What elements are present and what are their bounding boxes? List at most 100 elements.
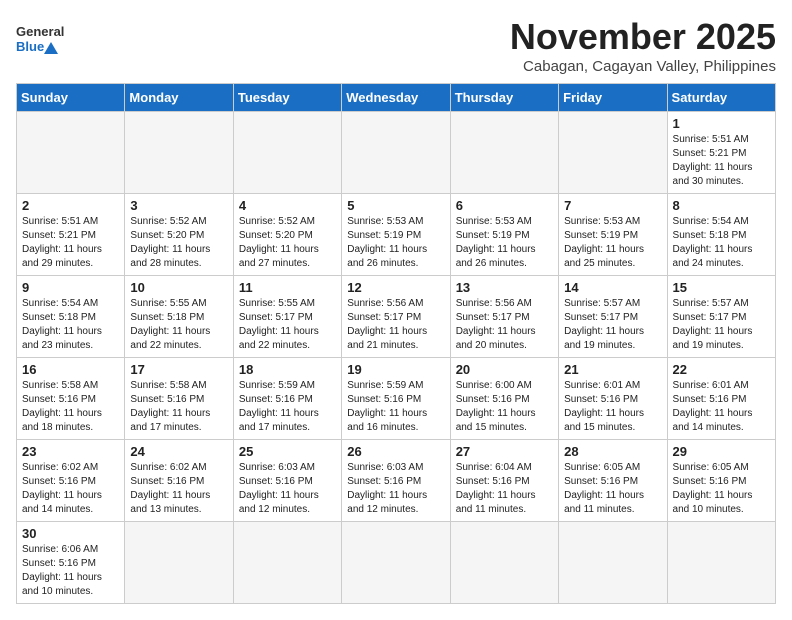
day-info: Sunrise: 5:58 AMSunset: 5:16 PMDaylight:… [130,379,227,435]
svg-text:General: General [16,24,64,39]
weekday-wednesday: Wednesday [342,84,450,112]
calendar-cell: 15Sunrise: 5:57 AMSunset: 5:17 PMDayligh… [667,276,775,358]
day-number: 6 [456,198,553,213]
day-info: Sunrise: 6:00 AMSunset: 5:16 PMDaylight:… [456,379,553,435]
day-number: 9 [22,280,119,295]
calendar-cell [667,522,775,604]
day-info: Sunrise: 5:55 AMSunset: 5:18 PMDaylight:… [130,297,227,353]
calendar-cell: 19 Sunrise: 5:59 AMSunset: 5:16 PMDayligh… [342,358,450,440]
calendar-cell: 13Sunrise: 5:56 AMSunset: 5:17 PMDayligh… [450,276,558,358]
day-number: 5 [347,198,444,213]
day-number: 10 [130,280,227,295]
calendar-cell: 3 Sunrise: 5:52 AMSunset: 5:20 PMDaylight… [125,194,233,276]
calendar-cell: 28Sunrise: 6:05 AMSunset: 5:16 PMDayligh… [559,440,667,522]
day-number: 2 [22,198,119,213]
day-info: Sunrise: 5:58 AMSunset: 5:16 PMDaylight:… [22,379,119,435]
weekday-thursday: Thursday [450,84,558,112]
calendar-cell: 30Sunrise: 6:06 AMSunset: 5:16 PMDayligh… [17,522,125,604]
day-number: 1 [673,116,770,131]
calendar-table: SundayMondayTuesdayWednesdayThursdayFrid… [16,83,776,604]
day-info: Sunrise: 5:57 AMSunset: 5:17 PMDaylight:… [564,297,661,353]
calendar-cell: 12 Sunrise: 5:56 AMSunset: 5:17 PMDayligh… [342,276,450,358]
logo-icon: General Blue [16,16,66,62]
calendar-week-4: 23Sunrise: 6:02 AMSunset: 5:16 PMDayligh… [17,440,776,522]
day-number: 18 [239,362,336,377]
weekday-header-row: SundayMondayTuesdayWednesdayThursdayFrid… [17,84,776,112]
day-info: Sunrise: 5:51 AMSunset: 5:21 PMDaylight:… [673,133,770,189]
calendar-cell [17,112,125,194]
calendar-cell: 23Sunrise: 6:02 AMSunset: 5:16 PMDayligh… [17,440,125,522]
calendar-cell [233,522,341,604]
weekday-tuesday: Tuesday [233,84,341,112]
day-number: 25 [239,444,336,459]
calendar-cell: 26Sunrise: 6:03 AMSunset: 5:16 PMDayligh… [342,440,450,522]
day-number: 16 [22,362,119,377]
calendar-cell: 9Sunrise: 5:54 AMSunset: 5:18 PMDaylight… [17,276,125,358]
day-info: Sunrise: 5:54 AMSunset: 5:18 PMDaylight:… [673,215,770,271]
day-number: 4 [239,198,336,213]
day-number: 30 [22,526,119,541]
calendar-week-0: 1 Sunrise: 5:51 AMSunset: 5:21 PMDaylight… [17,112,776,194]
calendar-cell: 1 Sunrise: 5:51 AMSunset: 5:21 PMDaylight… [667,112,775,194]
day-info: Sunrise: 6:05 AMSunset: 5:16 PMDaylight:… [673,461,770,517]
day-info: Sunrise: 5:52 AMSunset: 5:20 PMDaylight:… [239,215,336,271]
day-number: 7 [564,198,661,213]
calendar-cell [450,112,558,194]
day-number: 24 [130,444,227,459]
calendar-cell [559,522,667,604]
day-info: Sunrise: 6:03 AMSunset: 5:16 PMDaylight:… [239,461,336,517]
calendar-cell: 21 Sunrise: 6:01 AMSunset: 5:16 PMDayligh… [559,358,667,440]
day-number: 17 [130,362,227,377]
calendar-cell: 29 Sunrise: 6:05 AMSunset: 5:16 PMDayligh… [667,440,775,522]
weekday-sunday: Sunday [17,84,125,112]
day-number: 8 [673,198,770,213]
day-number: 11 [239,280,336,295]
calendar-body: 1 Sunrise: 5:51 AMSunset: 5:21 PMDaylight… [17,112,776,604]
calendar-cell: 8 Sunrise: 5:54 AMSunset: 5:18 PMDaylight… [667,194,775,276]
day-info: Sunrise: 5:56 AMSunset: 5:17 PMDaylight:… [456,297,553,353]
calendar-cell: 14Sunrise: 5:57 AMSunset: 5:17 PMDayligh… [559,276,667,358]
weekday-monday: Monday [125,84,233,112]
day-info: Sunrise: 5:53 AMSunset: 5:19 PMDaylight:… [347,215,444,271]
day-number: 22 [673,362,770,377]
day-info: Sunrise: 6:03 AMSunset: 5:16 PMDaylight:… [347,461,444,517]
calendar-cell [233,112,341,194]
day-info: Sunrise: 5:51 AMSunset: 5:21 PMDaylight:… [22,215,119,271]
day-number: 15 [673,280,770,295]
calendar-cell: 24Sunrise: 6:02 AMSunset: 5:16 PMDayligh… [125,440,233,522]
title-section: November 2025 Cabagan, Cagayan Valley, P… [510,16,776,75]
day-info: Sunrise: 5:56 AMSunset: 5:17 PMDaylight:… [347,297,444,353]
calendar-cell: 22 Sunrise: 6:01 AMSunset: 5:16 PMDayligh… [667,358,775,440]
day-number: 28 [564,444,661,459]
day-info: Sunrise: 5:53 AMSunset: 5:19 PMDaylight:… [564,215,661,271]
logo: General Blue [16,16,68,62]
location-title: Cabagan, Cagayan Valley, Philippines [510,58,776,75]
calendar-week-2: 9Sunrise: 5:54 AMSunset: 5:18 PMDaylight… [17,276,776,358]
calendar-cell: 6Sunrise: 5:53 AMSunset: 5:19 PMDaylight… [450,194,558,276]
day-info: Sunrise: 5:55 AMSunset: 5:17 PMDaylight:… [239,297,336,353]
day-info: Sunrise: 5:52 AMSunset: 5:20 PMDaylight:… [130,215,227,271]
svg-text:Blue: Blue [16,39,44,54]
day-number: 21 [564,362,661,377]
day-info: Sunrise: 6:01 AMSunset: 5:16 PMDaylight:… [673,379,770,435]
calendar-cell: 18Sunrise: 5:59 AMSunset: 5:16 PMDayligh… [233,358,341,440]
day-number: 23 [22,444,119,459]
calendar-week-5: 30Sunrise: 6:06 AMSunset: 5:16 PMDayligh… [17,522,776,604]
calendar-cell [559,112,667,194]
day-number: 3 [130,198,227,213]
day-info: Sunrise: 5:59 AMSunset: 5:16 PMDaylight:… [347,379,444,435]
day-number: 19 [347,362,444,377]
calendar-cell: 25 Sunrise: 6:03 AMSunset: 5:16 PMDayligh… [233,440,341,522]
calendar-cell: 11 Sunrise: 5:55 AMSunset: 5:17 PMDayligh… [233,276,341,358]
calendar-cell: 27Sunrise: 6:04 AMSunset: 5:16 PMDayligh… [450,440,558,522]
weekday-saturday: Saturday [667,84,775,112]
calendar-cell: 4 Sunrise: 5:52 AMSunset: 5:20 PMDaylight… [233,194,341,276]
day-number: 12 [347,280,444,295]
calendar-cell: 7 Sunrise: 5:53 AMSunset: 5:19 PMDaylight… [559,194,667,276]
calendar-cell: 17 Sunrise: 5:58 AMSunset: 5:16 PMDayligh… [125,358,233,440]
calendar-week-1: 2 Sunrise: 5:51 AMSunset: 5:21 PMDaylight… [17,194,776,276]
day-number: 29 [673,444,770,459]
calendar-cell [342,522,450,604]
day-info: Sunrise: 6:01 AMSunset: 5:16 PMDaylight:… [564,379,661,435]
calendar-cell: 10 Sunrise: 5:55 AMSunset: 5:18 PMDayligh… [125,276,233,358]
